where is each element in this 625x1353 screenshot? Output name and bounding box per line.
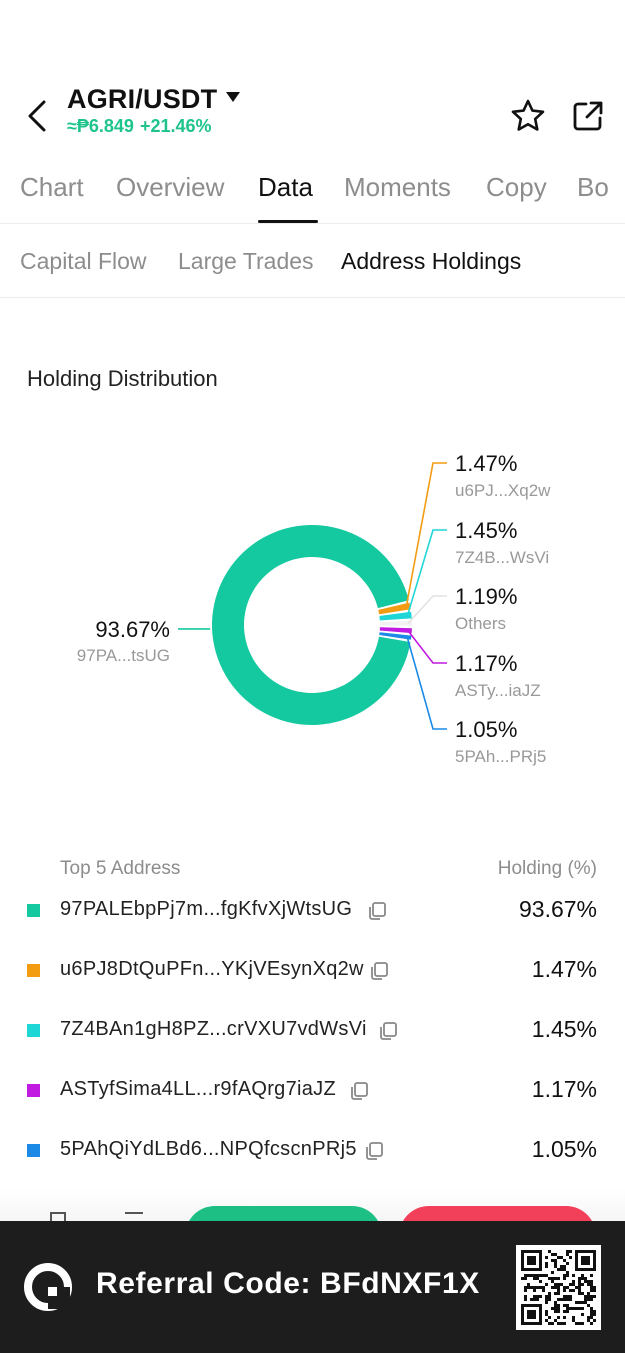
- slice-value-label: 93.67%: [95, 617, 170, 642]
- subtab-capital-flow[interactable]: Capital Flow: [20, 248, 147, 275]
- donut-slice[interactable]: [379, 620, 412, 626]
- table-row[interactable]: u6PJ8DtQuPFn...YKjVEsynXq2w 1.47%: [0, 946, 625, 1006]
- active-tab-indicator: [258, 220, 318, 223]
- row-address: 7Z4BAn1gH8PZ...crVXU7vdWsVi: [60, 1018, 367, 1040]
- tab-bo[interactable]: Bo: [577, 172, 609, 203]
- slice-value-label: 1.47%: [455, 451, 517, 476]
- price-value: ≈₱6.849: [67, 116, 134, 136]
- referral-code-text: Referral Code: BFdNXF1X: [96, 1267, 480, 1300]
- table-row[interactable]: ASTyfSima4LL...r9fAQrg7iaJZ 1.17%: [0, 1066, 625, 1126]
- copy-icon[interactable]: [348, 1080, 370, 1102]
- slice-address-label: ASTy...iaJZ: [455, 681, 541, 700]
- pair-title[interactable]: AGRI/USDT: [67, 84, 217, 115]
- slice-value-label: 1.05%: [455, 717, 517, 742]
- share-icon[interactable]: [570, 98, 606, 134]
- row-holding: 93.67%: [518, 896, 597, 922]
- slice-address-label: 7Z4B...WsVi: [455, 548, 549, 567]
- table-row[interactable]: 7Z4BAn1gH8PZ...crVXU7vdWsVi 1.45%: [0, 1006, 625, 1066]
- row-color-swatch: [27, 964, 40, 977]
- row-address: 97PALEbpPj7m...fgKfvXjWtsUG: [60, 898, 353, 920]
- slice-address-label: 5PAh...PRj5: [455, 747, 546, 766]
- brand-logo-icon: [24, 1263, 72, 1311]
- slice-value-label: 1.17%: [455, 651, 517, 676]
- price-line: ≈₱6.849 +21.46%: [67, 116, 218, 137]
- price-change: +21.46%: [139, 116, 212, 136]
- table-header: Top 5 Address Holding (%): [0, 858, 625, 888]
- label-leader-line: [405, 462, 447, 607]
- tab-chart[interactable]: Chart: [20, 172, 84, 203]
- subtab-address-holdings[interactable]: Address Holdings: [341, 248, 521, 275]
- subtab-large-trades[interactable]: Large Trades: [178, 248, 314, 275]
- slice-value-label: 1.45%: [455, 518, 517, 543]
- tab-moments[interactable]: Moments: [344, 172, 451, 203]
- row-holding: 1.47%: [531, 956, 597, 982]
- col-holding-header: Holding (%): [497, 858, 597, 879]
- qr-code-graphic: [521, 1250, 596, 1325]
- table-row[interactable]: 5PAhQiYdLBd6...NPQfcscnPRj5 1.05%: [0, 1126, 625, 1186]
- col-address-header: Top 5 Address: [60, 858, 181, 879]
- copy-icon[interactable]: [363, 1140, 385, 1162]
- table-row[interactable]: 97PALEbpPj7m...fgKfvXjWtsUG 93.67%: [0, 886, 625, 946]
- tab-data[interactable]: Data: [258, 172, 313, 203]
- row-holding: 1.17%: [531, 1076, 597, 1102]
- row-color-swatch: [27, 1144, 40, 1157]
- caret-down-icon[interactable]: [226, 92, 240, 102]
- main-tabs: Chart Overview Data Moments Copy Bo: [0, 160, 625, 224]
- slice-address-label: Others: [455, 614, 506, 633]
- row-color-swatch: [27, 1084, 40, 1097]
- slice-address-label: 97PA...tsUG: [77, 646, 170, 665]
- label-leader-line: [406, 636, 447, 730]
- copy-icon[interactable]: [377, 1020, 399, 1042]
- tab-overview[interactable]: Overview: [116, 172, 224, 203]
- donut-slice[interactable]: [379, 627, 412, 634]
- copy-icon[interactable]: [366, 900, 388, 922]
- label-leader-line: [407, 595, 447, 624]
- copy-icon[interactable]: [368, 960, 390, 982]
- row-address: ASTyfSima4LL...r9fAQrg7iaJZ: [60, 1078, 336, 1100]
- row-holding: 1.05%: [531, 1136, 597, 1162]
- row-address: 5PAhQiYdLBd6...NPQfcscnPRj5: [60, 1138, 357, 1160]
- row-address: u6PJ8DtQuPFn...YKjVEsynXq2w: [60, 958, 364, 980]
- header: AGRI/USDT ≈₱6.849 +21.46%: [0, 80, 625, 150]
- slice-value-label: 1.19%: [455, 584, 517, 609]
- sub-tabs: Capital Flow Large Trades Address Holdin…: [0, 226, 625, 298]
- row-color-swatch: [27, 904, 40, 917]
- referral-banner: Referral Code: BFdNXF1X: [0, 1221, 625, 1353]
- slice-address-label: u6PJ...Xq2w: [455, 481, 551, 500]
- chevron-left-icon[interactable]: [22, 98, 54, 134]
- qr-code-icon: [516, 1245, 601, 1330]
- holding-distribution-chart: 93.67% 97PA...tsUG 1.47% u6PJ...Xq2w 1.45% 7Z…: [77, 451, 551, 766]
- section-title: Holding Distribution: [27, 366, 218, 391]
- tab-copy[interactable]: Copy: [486, 172, 547, 203]
- star-icon[interactable]: [510, 98, 546, 134]
- row-holding: 1.45%: [531, 1016, 597, 1042]
- row-color-swatch: [27, 1024, 40, 1037]
